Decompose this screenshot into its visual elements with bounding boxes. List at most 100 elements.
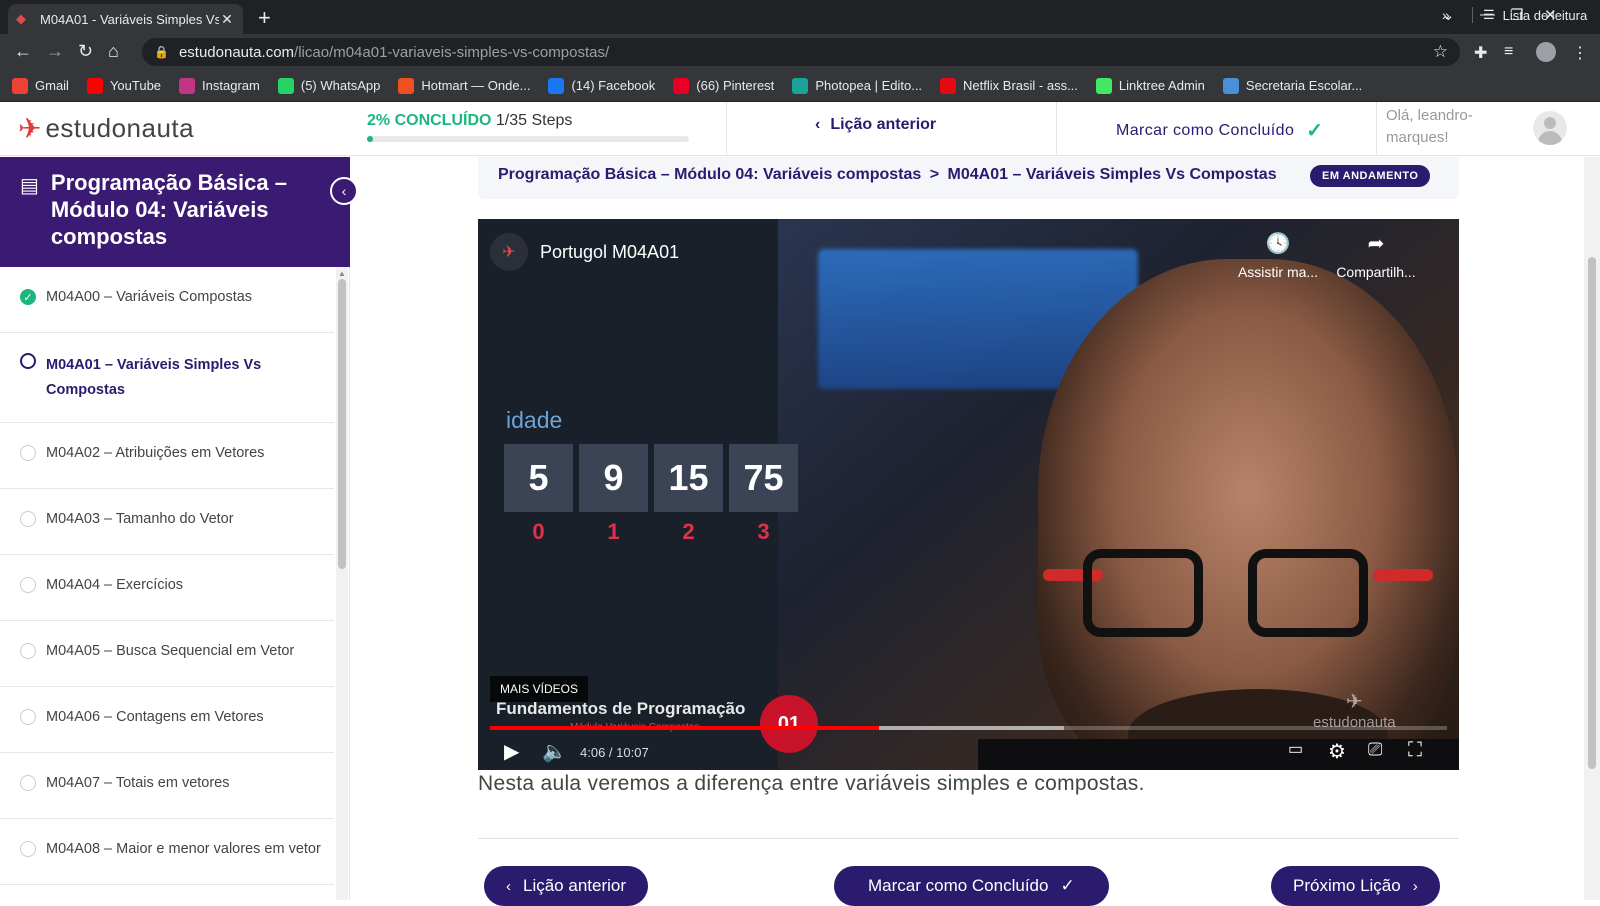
share-label: Compartilh... [1336, 264, 1416, 280]
subtitles-icon[interactable]: ▭ [1288, 739, 1303, 759]
bookmark-item[interactable]: Gmail [12, 77, 69, 94]
sidebar-collapse-button[interactable]: ‹ [330, 177, 358, 205]
lesson-label: M04A04 – Exercícios [46, 577, 184, 593]
estudonauta-logo[interactable]: ✈ estudonauta [18, 112, 194, 145]
bookmark-label: (14) Facebook [571, 78, 656, 93]
bookmark-label: Hotmart — Onde... [421, 78, 531, 93]
bookmark-item[interactable]: Linktree Admin [1095, 77, 1205, 94]
extensions-icon[interactable]: ✚ [1474, 43, 1487, 63]
back-icon[interactable]: ← [14, 41, 32, 62]
bookmark-item[interactable]: Hotmart — Onde... [398, 77, 531, 94]
reload-icon[interactable]: ↻ [78, 41, 93, 62]
play-icon[interactable]: ▶ [504, 739, 519, 764]
video-time: 4:06 / 10:07 [580, 745, 649, 760]
sidebar-lesson-item[interactable]: M04A03 – Tamanho do Vetor [0, 489, 334, 555]
bookmark-item[interactable]: (66) Pinterest [673, 77, 774, 94]
bookmark-label: Gmail [35, 78, 69, 93]
browser-toolbar: ← → ↻ ⌂ 🔒 estudonauta.com /licao/m04a01-… [0, 34, 1600, 70]
bookmark-item[interactable]: (5) WhatsApp [277, 77, 380, 94]
sidebar-scrollbar[interactable]: ▲ [336, 267, 348, 900]
more-bookmarks-icon[interactable]: » [1442, 7, 1450, 23]
watermark-logo-icon: ✈ [1345, 691, 1363, 713]
video-controls: ▶ 🔈 4:06 / 10:07 ▭ ⚙ ⎚ ⛶ [478, 737, 1459, 770]
header-prev-lesson-button[interactable]: ‹ Lição anterior [815, 116, 936, 134]
breadcrumb-lesson-link[interactable]: M04A01 – Variáveis Simples Vs Compostas [948, 166, 1277, 183]
user-avatar[interactable] [1533, 111, 1567, 145]
bookmark-item[interactable]: (14) Facebook [548, 77, 656, 94]
volume-icon[interactable]: 🔈 [542, 739, 567, 764]
whatsapp-icon [277, 77, 294, 94]
bookmark-item[interactable]: Secretaria Escolar... [1222, 77, 1362, 94]
incomplete-circle-icon [20, 709, 36, 725]
scrollbar-thumb[interactable] [338, 279, 346, 569]
scroll-up-icon[interactable]: ▲ [338, 269, 346, 278]
bookmarks-bar: Gmail YouTube Instagram (5) WhatsApp Hotmart… [0, 70, 1600, 102]
page-scrollbar-thumb[interactable] [1588, 257, 1596, 769]
sidebar-lesson-item[interactable]: M04A05 – Busca Sequencial em Vetor [0, 621, 334, 687]
bookmark-label: Netflix Brasil - ass... [963, 78, 1078, 93]
bookmark-star-icon[interactable]: ☆ [1433, 42, 1448, 62]
lower-third-title: Fundamentos de Programação [496, 699, 746, 718]
fullscreen-icon[interactable]: ⛶ [1408, 739, 1422, 762]
progress-steps: 1/35 Steps [495, 112, 573, 129]
lesson-list: ✓ M04A00 – Variáveis Compostas M04A01 – Va… [0, 267, 334, 885]
slide-array-index: 2 [682, 519, 695, 544]
sidebar-lesson-item[interactable]: ✓ M04A00 – Variáveis Compostas [0, 267, 334, 333]
breadcrumb: Programação Básica – Módulo 04: Variávei… [498, 166, 1277, 184]
video-title-bar: ✈ Portugol M04A01 [490, 233, 679, 271]
bookmark-item[interactable]: Photopea | Edito... [792, 77, 922, 94]
lesson-label: M04A03 – Tamanho do Vetor [46, 511, 234, 527]
browser-tab[interactable]: ◆ M04A01 - Variáveis Simples Vs ✕ [8, 4, 243, 34]
media-control-icon[interactable]: ≡ [1504, 43, 1513, 61]
footer-next-lesson-button[interactable]: Próximo Lição › [1271, 866, 1440, 906]
bookmark-item[interactable]: Netflix Brasil - ass... [940, 77, 1078, 94]
slide-array-index: 1 [607, 519, 620, 544]
home-icon[interactable]: ⌂ [108, 41, 119, 62]
sidebar-lesson-item[interactable]: M04A04 – Exercícios [0, 555, 334, 621]
settings-gear-icon[interactable]: ⚙ [1328, 739, 1346, 764]
share-button[interactable]: ➦ Compartilh... [1326, 231, 1426, 280]
footer-prev-lesson-button[interactable]: ‹ Lição anterior [484, 866, 649, 906]
checkmark-icon: ✓ [1306, 120, 1324, 142]
reading-list[interactable]: ☰ Lista de leitura [1472, 7, 1587, 23]
cast-icon[interactable]: ⎚ [1368, 739, 1382, 760]
sidebar-lesson-item[interactable]: M04A07 – Totais em vetores [0, 753, 334, 819]
share-icon: ➦ [1367, 233, 1385, 255]
netflix-icon [940, 77, 957, 94]
watch-later-button[interactable]: 🕓 Assistir ma... [1228, 231, 1328, 280]
close-tab-icon[interactable]: ✕ [219, 11, 235, 28]
slide-array-cell: 75 [729, 444, 798, 512]
lesson-description: Nesta aula veremos a diferença entre var… [478, 772, 1145, 795]
forward-icon[interactable]: → [46, 41, 64, 62]
slide-array-index: 3 [757, 519, 770, 544]
sidebar-lesson-item[interactable]: M04A06 – Contagens em Vetores [0, 687, 334, 753]
bookmark-item[interactable]: Instagram [179, 77, 260, 94]
progress-bar-fill [367, 136, 374, 142]
lesson-sidebar: ▤ Programação Básica – Módulo 04: Variáv… [0, 157, 358, 900]
slide-array-cell: 9 [579, 444, 648, 512]
header-mark-complete-button[interactable]: Marcar como Concluído ✓ [1116, 118, 1323, 143]
sidebar-lesson-item[interactable]: M04A08 – Maior e menor valores em vetor [0, 819, 334, 885]
progress-bar [367, 136, 689, 142]
breadcrumb-course-link[interactable]: Programação Básica – Módulo 04: Variávei… [498, 166, 921, 183]
chevron-left-icon: ‹ [815, 116, 821, 133]
logo-text: estudonauta [45, 113, 195, 143]
address-bar[interactable]: 🔒 estudonauta.com /licao/m04a01-variavei… [142, 38, 1460, 66]
footer-mark-complete-button[interactable]: Marcar como Concluído ✓ [834, 866, 1109, 906]
page-scrollbar[interactable] [1584, 157, 1600, 900]
incomplete-circle-icon [20, 577, 36, 593]
channel-avatar-icon[interactable]: ✈ [490, 233, 528, 271]
bookmark-item[interactable]: YouTube [86, 77, 161, 94]
new-tab-icon[interactable]: + [258, 5, 271, 31]
menu-icon[interactable]: ⋮ [1572, 43, 1588, 63]
video-progress-bar[interactable] [490, 726, 1447, 730]
linktree-icon [1095, 77, 1112, 94]
video-title[interactable]: Portugol M04A01 [540, 242, 679, 263]
sidebar-lesson-item[interactable]: M04A01 – Variáveis Simples Vs Compostas [0, 333, 334, 423]
sidebar-lesson-item[interactable]: M04A02 – Atribuições em Vetores [0, 423, 334, 489]
chevron-right-icon: › [1412, 877, 1418, 895]
content-divider [478, 838, 1459, 839]
profile-avatar[interactable] [1536, 42, 1556, 62]
video-player[interactable]: idade 5 9 15 75 0 1 2 3 ✈ Portugol M04A01 🕓 As… [478, 219, 1459, 770]
incomplete-circle-icon [20, 511, 36, 527]
